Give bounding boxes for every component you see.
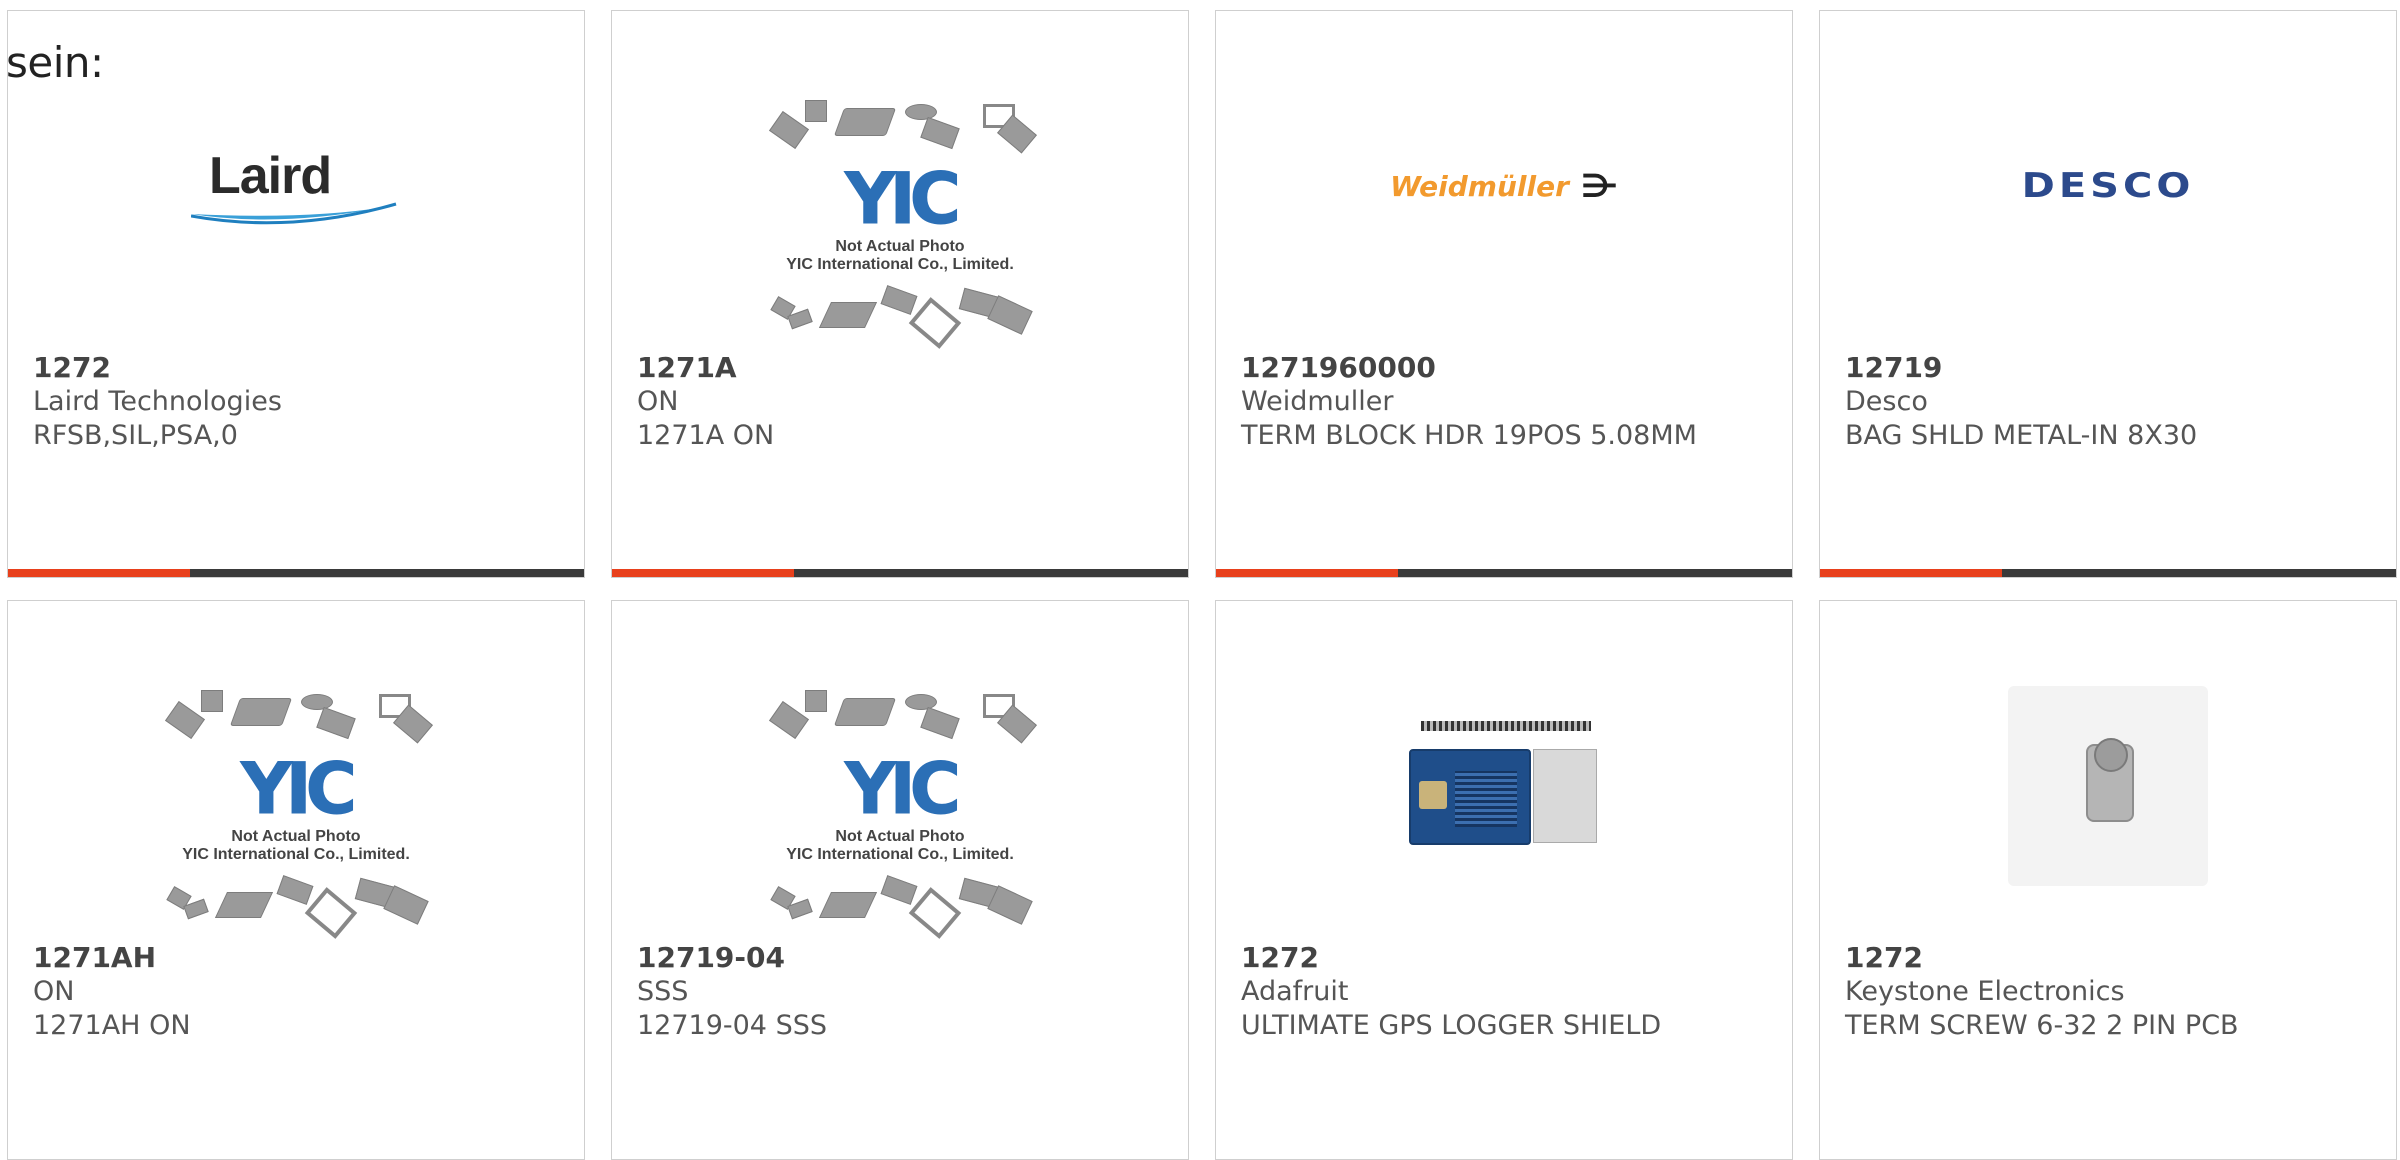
pin-header <box>1421 721 1591 731</box>
manufacturer: SSS <box>637 976 689 1007</box>
yic-logo: YIC <box>240 748 357 831</box>
yic-placeholder-image: YIC Not Actual Photo YIC International C… <box>765 96 1037 349</box>
part-number[interactable]: 1272 <box>33 351 564 385</box>
product-image[interactable] <box>1216 671 1792 901</box>
weidmuller-mark-icon: ⋺ <box>1580 167 1618 205</box>
product-info: 1272 Laird Technologies RFSB,SIL,PSA,0 <box>33 351 564 453</box>
chip-icons <box>765 875 1035 939</box>
description: 12719-04 SSS <box>637 1010 827 1041</box>
sd-card <box>1533 749 1597 843</box>
chip-icons <box>161 875 431 939</box>
product-card[interactable]: YIC Not Actual Photo YIC International C… <box>611 10 1189 578</box>
yic-placeholder-image: YIC Not Actual Photo YIC International C… <box>765 686 1037 939</box>
manufacturer: Keystone Electronics <box>1845 976 2125 1007</box>
yic-note: Not Actual Photo YIC International Co., … <box>182 828 410 863</box>
part-number[interactable]: 1271AH <box>33 941 564 975</box>
part-number[interactable]: 1271960000 <box>1241 351 1772 385</box>
product-card[interactable]: 1272 Adafruit ULTIMATE GPS LOGGER SHIELD <box>1215 600 1793 1160</box>
yic-placeholder-image: YIC Not Actual Photo YIC International C… <box>161 686 433 939</box>
yic-note: Not Actual Photo YIC International Co., … <box>786 828 1014 863</box>
description: ULTIMATE GPS LOGGER SHIELD <box>1241 1010 1662 1041</box>
laird-logo: Laird <box>191 146 401 226</box>
manufacturer: Laird Technologies <box>33 386 282 417</box>
laird-swoosh-icon <box>191 202 397 225</box>
description: BAG SHLD METAL-IN 8X30 <box>1845 420 2198 451</box>
gps-shield-photo <box>1409 711 1599 861</box>
product-info: 1271AH ON 1271AH ON <box>33 941 564 1043</box>
product-info: 1272 Keystone Electronics TERM SCREW 6-3… <box>1845 941 2376 1043</box>
product-info: 1272 Adafruit ULTIMATE GPS LOGGER SHIELD <box>1241 941 1772 1043</box>
product-image[interactable]: Weidmüller ⋺ <box>1216 71 1792 301</box>
weidmuller-logo: Weidmüller ⋺ <box>1390 167 1618 205</box>
product-image[interactable]: Laird <box>8 71 584 301</box>
desco-logo: DESCO <box>2021 166 2195 206</box>
manufacturer: Desco <box>1845 386 1928 417</box>
manufacturer: ON <box>33 976 75 1007</box>
card-bottom-bar <box>8 569 584 577</box>
chip-icons <box>765 686 1037 746</box>
card-bottom-bar <box>1820 569 2396 577</box>
description: 1271A ON <box>637 420 775 451</box>
description: RFSB,SIL,PSA,0 <box>33 420 238 451</box>
product-card[interactable]: 1272 Keystone Electronics TERM SCREW 6-3… <box>1819 600 2397 1160</box>
yic-logo: YIC <box>844 748 961 831</box>
part-number[interactable]: 1272 <box>1241 941 1772 975</box>
shield-board <box>1409 749 1531 845</box>
yic-note: Not Actual Photo YIC International Co., … <box>786 238 1014 273</box>
description: 1271AH ON <box>33 1010 191 1041</box>
description: TERM SCREW 6-32 2 PIN PCB <box>1845 1010 2239 1041</box>
chip-icons <box>765 96 1037 156</box>
screw-terminal-photo <box>2008 686 2208 886</box>
accent-bar <box>1820 569 2002 577</box>
intro-text: sein: <box>6 38 104 87</box>
product-info: 12719-04 SSS 12719-04 SSS <box>637 941 1168 1043</box>
accent-bar <box>612 569 794 577</box>
product-info: 1271A ON 1271A ON <box>637 351 1168 453</box>
manufacturer: Adafruit <box>1241 976 1349 1007</box>
product-card[interactable]: Weidmüller ⋺ 1271960000 Weidmuller TERM … <box>1215 10 1793 578</box>
yic-logo: YIC <box>844 158 961 241</box>
part-number[interactable]: 12719 <box>1845 351 2376 385</box>
accent-bar <box>8 569 190 577</box>
product-info: 12719 Desco BAG SHLD METAL-IN 8X30 <box>1845 351 2376 453</box>
product-info: 1271960000 Weidmuller TERM BLOCK HDR 19P… <box>1241 351 1772 453</box>
manufacturer: Weidmuller <box>1241 386 1394 417</box>
product-card[interactable]: Laird 1272 Laird Technologies RFSB,SIL,P… <box>7 10 585 578</box>
product-card[interactable]: YIC Not Actual Photo YIC International C… <box>611 600 1189 1160</box>
card-bottom-bar <box>1216 569 1792 577</box>
accent-bar <box>1216 569 1398 577</box>
chip-icons <box>765 285 1035 349</box>
card-bottom-bar <box>612 569 1188 577</box>
part-number[interactable]: 1271A <box>637 351 1168 385</box>
product-card[interactable]: YIC Not Actual Photo YIC International C… <box>7 600 585 1160</box>
product-image[interactable]: DESCO <box>1820 71 2396 301</box>
part-number[interactable]: 12719-04 <box>637 941 1168 975</box>
product-card[interactable]: DESCO 12719 Desco BAG SHLD METAL-IN 8X30 <box>1819 10 2397 578</box>
chip-icons <box>161 686 433 746</box>
product-image[interactable]: YIC Not Actual Photo YIC International C… <box>612 96 1188 349</box>
description: TERM BLOCK HDR 19POS 5.08MM <box>1241 420 1697 451</box>
product-image[interactable] <box>1820 666 2396 906</box>
product-image[interactable]: YIC Not Actual Photo YIC International C… <box>612 686 1188 939</box>
manufacturer: ON <box>637 386 679 417</box>
product-image[interactable]: YIC Not Actual Photo YIC International C… <box>8 686 584 939</box>
part-number[interactable]: 1272 <box>1845 941 2376 975</box>
